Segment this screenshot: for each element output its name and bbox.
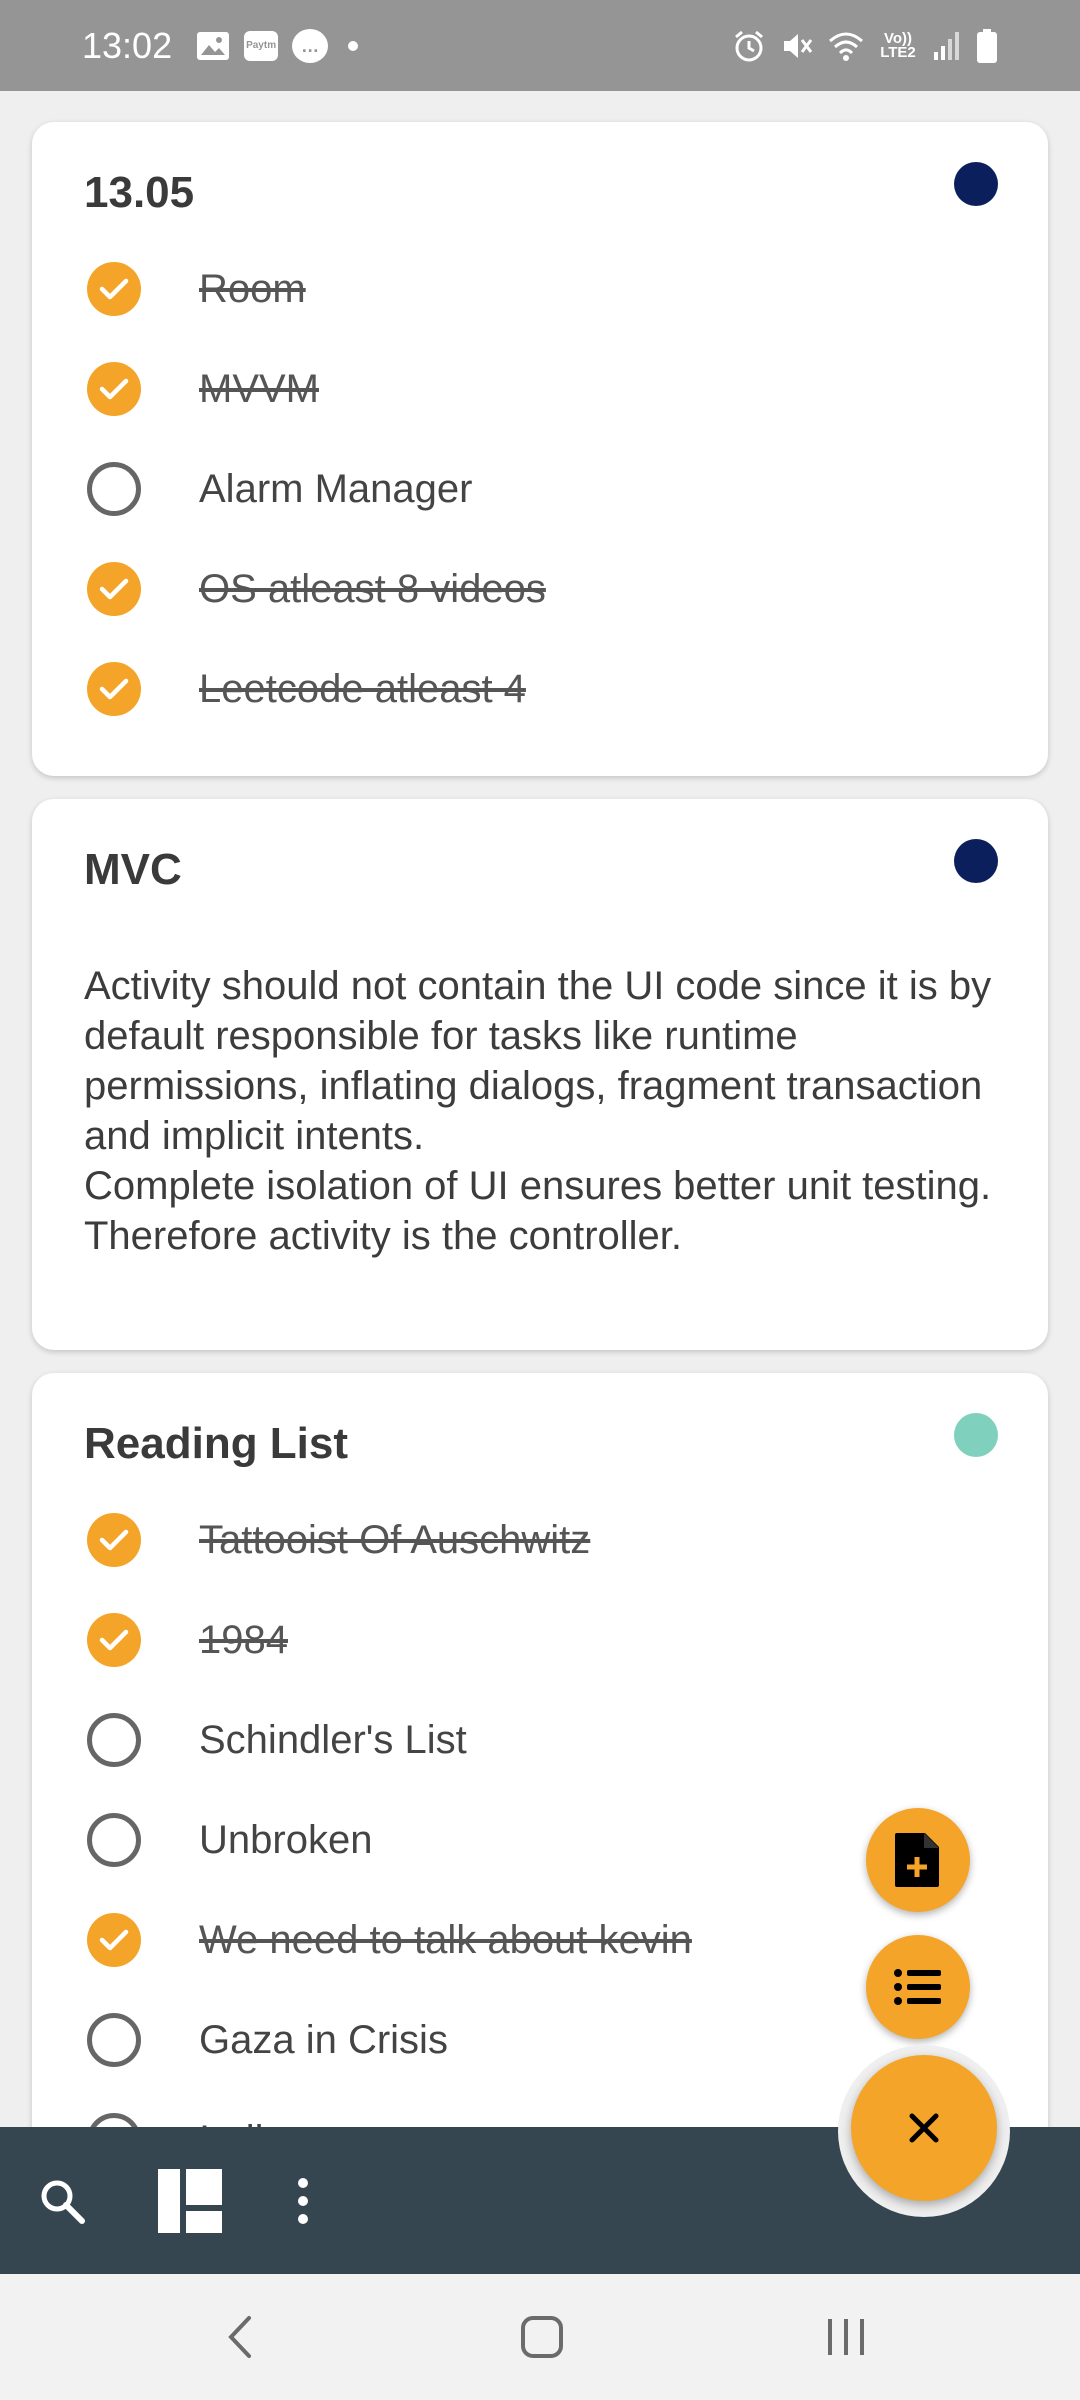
item-label: We need to talk about kevin <box>199 1917 692 1962</box>
checkbox-checked[interactable] <box>87 362 141 416</box>
item-label: Gaza in Crisis <box>199 2017 448 2062</box>
card-title: Reading List <box>84 1419 349 1468</box>
back-icon <box>225 2314 255 2360</box>
layout-icon <box>158 2168 222 2233</box>
recents-icon <box>826 2317 866 2357</box>
checklist-item[interactable]: MVVM <box>87 354 319 424</box>
checklist-item[interactable]: Gaza in Crisis <box>87 2005 448 2075</box>
item-label: OS atleast 8 videos <box>199 566 546 611</box>
checkbox-unchecked[interactable] <box>87 1813 141 1867</box>
list-icon <box>893 1967 943 2007</box>
checkbox-checked[interactable] <box>87 262 141 316</box>
item-label: 1984 <box>199 1617 288 1662</box>
checkbox-unchecked[interactable] <box>87 2113 141 2127</box>
volte-icon: Vo)) LTE2 <box>880 29 916 61</box>
checkbox-checked[interactable] <box>87 662 141 716</box>
search-icon <box>38 2177 86 2225</box>
color-indicator[interactable] <box>954 839 998 883</box>
item-label: Leetcode atleast 4 <box>199 666 526 711</box>
card-title: MVC <box>84 845 182 894</box>
item-label: Alarm Manager <box>199 466 473 511</box>
item-label: Indi... <box>199 2118 297 2128</box>
color-indicator[interactable] <box>954 162 998 206</box>
alarm-icon <box>732 29 766 63</box>
checklist-item[interactable]: Room <box>87 254 306 324</box>
checkbox-checked[interactable] <box>87 1913 141 1967</box>
status-right: Vo)) LTE2 <box>732 28 998 64</box>
new-note-button[interactable] <box>866 1808 970 1912</box>
paytm-icon: Paytm <box>244 30 279 61</box>
checklist-item[interactable]: Schindler's List <box>87 1705 467 1775</box>
checklist-item[interactable]: We need to talk about kevin <box>87 1905 692 1975</box>
wifi-icon <box>828 29 864 63</box>
system-navigation-bar <box>0 2274 1080 2400</box>
note-add-icon <box>893 1831 943 1889</box>
checklist-item[interactable]: Tattooist Of Auschwitz <box>87 1505 590 1575</box>
status-bar: 13:02 Paytm … Vo)) LTE2 <box>0 0 1080 91</box>
close-fab-button[interactable] <box>851 2055 997 2201</box>
home-icon <box>520 2315 564 2359</box>
item-label: Room <box>199 266 306 311</box>
checkbox-unchecked[interactable] <box>87 1713 141 1767</box>
item-label: Unbroken <box>199 1817 373 1862</box>
checkbox-unchecked[interactable] <box>87 462 141 516</box>
message-icon: … <box>292 28 329 63</box>
item-label: Schindler's List <box>199 1717 467 1762</box>
card-title: 13.05 <box>84 168 195 217</box>
item-label: Tattooist Of Auschwitz <box>199 1517 591 1562</box>
checkbox-unchecked[interactable] <box>87 2013 141 2067</box>
checklist-item[interactable]: Unbroken <box>87 1805 372 1875</box>
status-left: 13:02 Paytm … <box>82 24 359 67</box>
checkbox-checked[interactable] <box>87 562 141 616</box>
image-icon <box>196 31 230 61</box>
checklist-item[interactable]: Leetcode atleast 4 <box>87 654 526 724</box>
more-vert-icon <box>295 2177 311 2225</box>
search-button[interactable] <box>22 2127 102 2274</box>
checklist-item[interactable]: OS atleast 8 videos <box>87 554 546 624</box>
signal-icon <box>932 30 962 62</box>
close-icon <box>907 2111 941 2145</box>
back-button[interactable] <box>180 2274 300 2400</box>
note-card[interactable]: 13.05 Room MVVM Alarm Manager OS atleast… <box>32 122 1048 776</box>
status-time: 13:02 <box>82 24 173 66</box>
item-label: MVVM <box>199 366 319 411</box>
color-indicator[interactable] <box>954 1413 998 1457</box>
new-list-button[interactable] <box>866 1935 970 2039</box>
home-button[interactable] <box>482 2274 602 2400</box>
checklist-item[interactable]: 1984 <box>87 1605 288 1675</box>
mute-icon <box>780 29 814 63</box>
more-notifications-dot <box>348 40 359 51</box>
note-body: Activity should not contain the UI code … <box>84 964 992 1258</box>
recents-button[interactable] <box>786 2274 906 2400</box>
checkbox-checked[interactable] <box>87 1513 141 1567</box>
battery-icon <box>976 28 998 64</box>
checkbox-checked[interactable] <box>87 1613 141 1667</box>
layout-toggle-button[interactable] <box>150 2127 230 2274</box>
more-options-button[interactable] <box>268 2127 338 2274</box>
note-card[interactable]: MVC Activity should not contain the UI c… <box>32 799 1048 1350</box>
checklist-item[interactable]: Indi... <box>87 2105 297 2127</box>
checklist-item[interactable]: Alarm Manager <box>87 454 472 524</box>
